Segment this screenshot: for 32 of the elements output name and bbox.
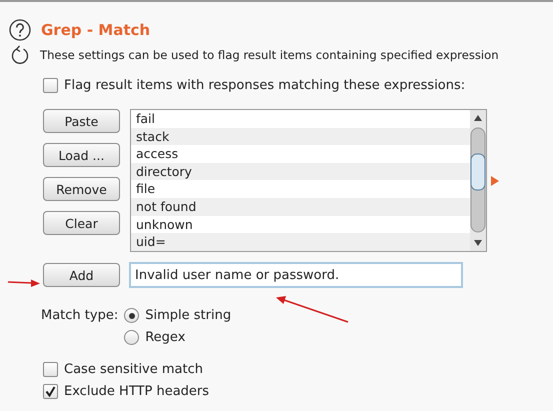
expression-input[interactable]: Invalid user name or password.	[129, 262, 463, 288]
help-icon[interactable]	[9, 19, 31, 41]
description-text: These settings can be used to flag result items containing specified expression	[40, 48, 499, 62]
checkbox-label: Case sensitive match	[64, 362, 203, 377]
expand-arrow-icon[interactable]	[491, 176, 499, 186]
checkbox[interactable]	[43, 78, 58, 93]
checkbox[interactable]	[43, 362, 58, 377]
list-item[interactable]: directory	[131, 162, 470, 180]
list-item[interactable]: file	[131, 180, 470, 198]
list-item[interactable]: stack	[131, 128, 470, 146]
list-item[interactable]: uid=	[131, 233, 470, 251]
match-type-label: Match type:	[41, 308, 118, 323]
list-item[interactable]: not found	[131, 198, 470, 216]
radio-button[interactable]	[124, 308, 140, 323]
refresh-icon[interactable]	[10, 45, 30, 65]
checkbox-label: Exclude HTTP headers	[64, 384, 210, 399]
section-title: Grep - Match	[41, 21, 150, 39]
list-item[interactable]: fail	[131, 110, 470, 128]
paste-button[interactable]: Paste	[43, 109, 120, 133]
radio-label: Regex	[145, 330, 186, 345]
radio-button[interactable]	[124, 330, 140, 345]
scrollbar[interactable]	[470, 110, 486, 251]
remove-button[interactable]: Remove	[43, 177, 120, 201]
add-button[interactable]: Add	[43, 263, 120, 287]
checkbox-label: Flag result items with responses matching these expressions:	[64, 78, 466, 93]
list-item[interactable]: unknown	[131, 216, 470, 234]
clear-button[interactable]: Clear	[43, 211, 120, 235]
radio-label: Simple string	[145, 308, 232, 323]
list-item[interactable]: access	[131, 145, 470, 163]
checkbox[interactable]	[43, 384, 58, 399]
annotation-arrow	[8, 280, 40, 287]
load-button[interactable]: Load ...	[43, 143, 120, 167]
